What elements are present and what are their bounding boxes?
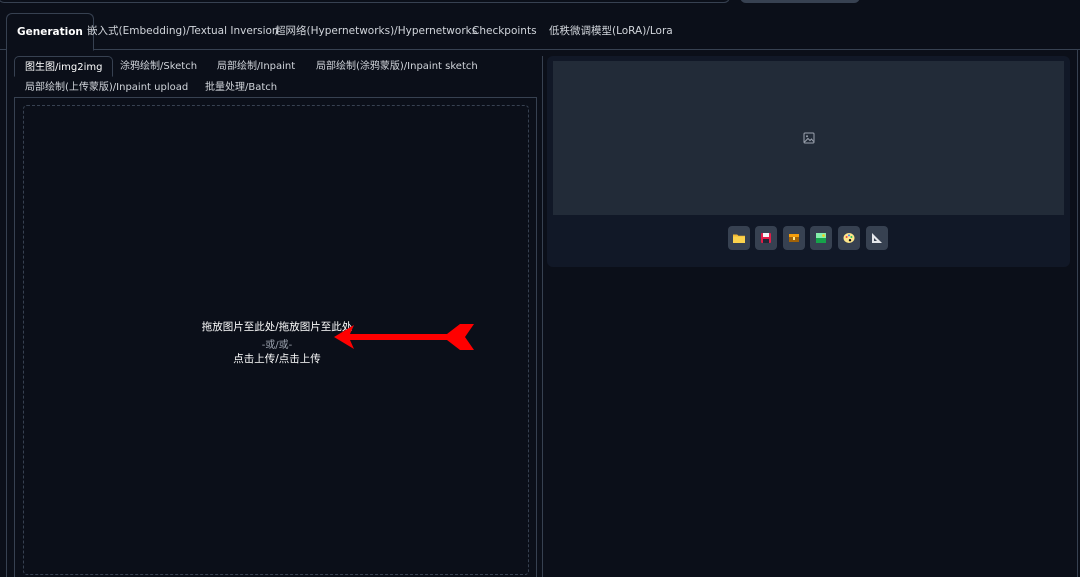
save-icon — [761, 233, 771, 243]
tab-hypernetworks[interactable]: 超网络(Hypernetworks)/Hypernetworks — [275, 13, 477, 50]
send-to-inpaint-button[interactable] — [838, 226, 860, 250]
tab-inpaint-sketch[interactable]: 局部绘制(涂鸦蒙版)/Inpaint sketch — [316, 56, 478, 77]
image-placeholder-icon — [803, 132, 815, 144]
save-button[interactable] — [755, 226, 777, 250]
output-image-area — [553, 61, 1064, 215]
tab-img2img[interactable]: 图生图/img2img — [14, 56, 114, 77]
red-annotation-arrow — [334, 324, 474, 350]
arrow-shape — [334, 324, 474, 350]
tab-lora[interactable]: 低秩微调模型(LoRA)/Lora — [549, 13, 673, 50]
send-to-extras-icon — [872, 233, 882, 243]
prompt-input-edge[interactable] — [0, 0, 730, 3]
top-button-edge[interactable] — [740, 0, 860, 3]
zip-button[interactable] — [783, 226, 805, 250]
send-to-inpaint-icon — [843, 233, 855, 243]
open-folder-button[interactable] — [728, 226, 750, 250]
send-to-img2img-button[interactable] — [810, 226, 832, 250]
folder-icon — [733, 234, 745, 243]
tab-sketch[interactable]: 涂鸦绘制/Sketch — [120, 56, 197, 77]
top-strip — [0, 0, 1080, 6]
output-panel — [547, 56, 1070, 267]
main-tabs: Generation 嵌入式(Embedding)/Textual Invers… — [0, 12, 1080, 51]
tab-checkpoints[interactable]: Checkpoints — [472, 13, 537, 50]
column-divider — [542, 56, 543, 577]
tab-embedding[interactable]: 嵌入式(Embedding)/Textual Inversion — [87, 13, 279, 50]
click-upload-text[interactable]: 点击上传/点击上传 — [24, 351, 530, 366]
img2img-sub-tabs: 图生图/img2img 涂鸦绘制/Sketch 局部绘制/Inpaint 局部绘… — [14, 55, 538, 97]
zip-icon — [789, 234, 799, 242]
tab-inpaint[interactable]: 局部绘制/Inpaint — [217, 56, 295, 77]
tab-generation[interactable]: Generation — [6, 13, 94, 51]
send-to-img2img-icon — [816, 233, 826, 243]
send-to-extras-button[interactable] — [866, 226, 888, 250]
tab-batch[interactable]: 批量处理/Batch — [205, 77, 277, 98]
tab-inpaint-upload[interactable]: 局部绘制(上传蒙版)/Inpaint upload — [25, 77, 188, 98]
